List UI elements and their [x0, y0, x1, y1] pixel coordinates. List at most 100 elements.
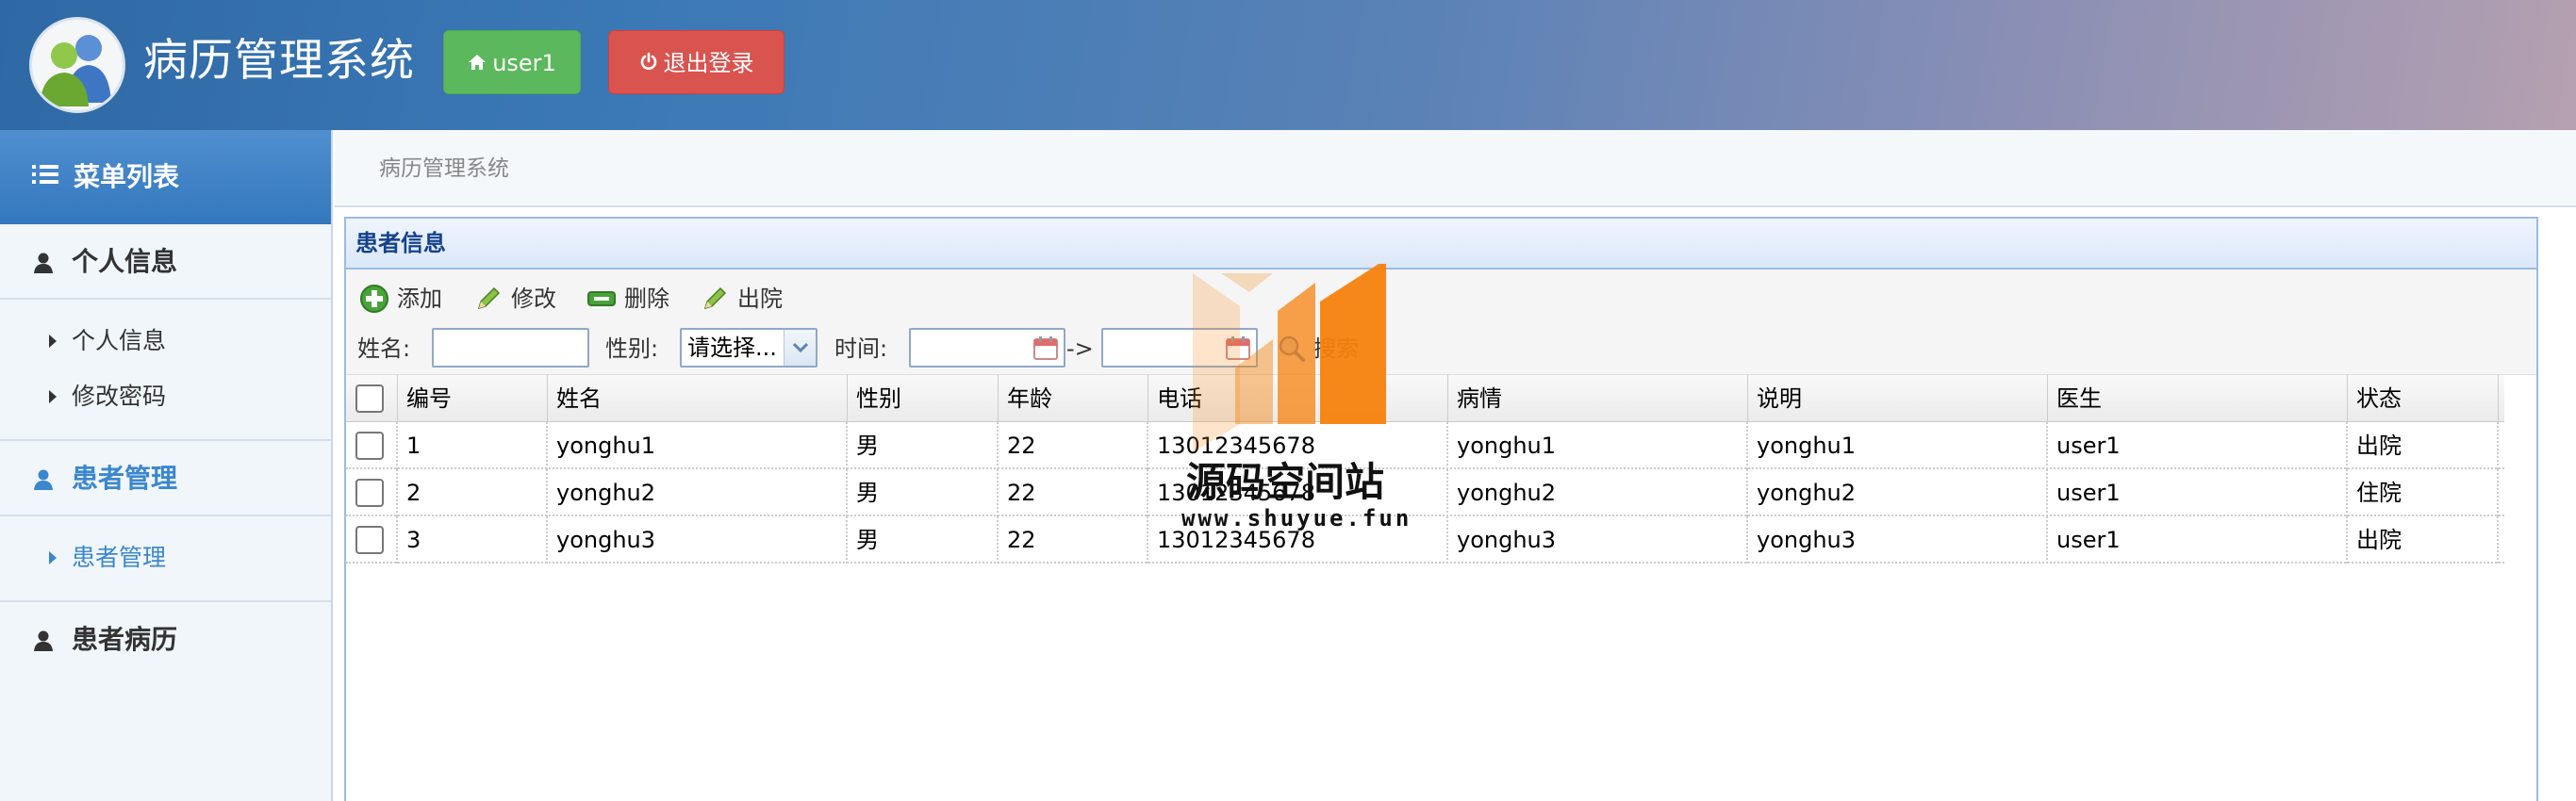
sidebar-item-personal-info[interactable]: 个人信息	[0, 313, 331, 368]
sidebar-subitems-patient: 患者管理	[0, 516, 331, 602]
breadcrumb[interactable]: 病历管理系统	[379, 130, 509, 207]
sidebar-group-label: 个人信息	[72, 246, 178, 277]
col-header[interactable]: 姓名	[548, 375, 848, 422]
col-header[interactable]: 性别	[848, 375, 999, 422]
row-select-cell	[346, 469, 398, 516]
user-icon	[34, 444, 55, 519]
caret-right-icon	[49, 551, 57, 564]
start-date-input[interactable]	[909, 328, 1065, 368]
row-select-cell	[346, 422, 398, 469]
delete-button[interactable]: 删除	[586, 281, 669, 317]
power-icon	[639, 31, 658, 95]
calendar-icon[interactable]	[1224, 334, 1252, 366]
discharge-button[interactable]: 出院	[700, 281, 783, 317]
pencil-icon	[703, 286, 727, 310]
sidebar-item-label: 个人信息	[72, 327, 167, 354]
edit-button[interactable]: 修改	[473, 281, 556, 317]
row-select-cell	[346, 516, 398, 564]
name-input[interactable]	[432, 328, 589, 368]
calendar-icon[interactable]	[1032, 334, 1060, 366]
cell-status: 出院	[2348, 422, 2499, 469]
cell-note: yonghu1	[1748, 422, 2048, 469]
table-row[interactable]: 2 yonghu2 男 22 13012345678 yonghu2 yongh…	[346, 469, 2504, 516]
cell-id: 1	[398, 422, 548, 469]
sidebar-subitems-personal: 个人信息 修改密码	[0, 300, 331, 441]
col-header[interactable]: 病情	[1448, 375, 1748, 422]
col-header[interactable]: 年龄	[999, 375, 1148, 422]
row-checkbox[interactable]	[355, 432, 384, 460]
cell-gender: 男	[848, 469, 999, 516]
user-button[interactable]: user1	[443, 30, 581, 94]
cell-condition: yonghu3	[1448, 516, 1748, 564]
panel-title: 患者信息	[346, 219, 2536, 270]
table-row[interactable]: 1 yonghu1 男 22 13012345678 yonghu1 yongh…	[346, 422, 2504, 469]
cell-status: 住院	[2348, 469, 2499, 516]
sidebar-group-patient-records[interactable]: 患者病历	[0, 602, 331, 678]
gender-select-value: 请选择...	[687, 335, 777, 361]
watermark-text: 源码空间站	[1186, 459, 1385, 505]
cell-gender: 男	[848, 516, 999, 564]
cell-name: yonghu2	[548, 469, 848, 516]
cell-doctor: user1	[2048, 516, 2348, 564]
row-checkbox[interactable]	[355, 479, 384, 507]
cell-doctor: user1	[2048, 469, 2348, 516]
cell-condition: yonghu1	[1448, 422, 1748, 469]
sidebar-item-label: 修改密码	[72, 383, 167, 410]
sidebar: 菜单列表 个人信息 个人信息 修改密码 患者管理 患者管理 患者病历	[0, 130, 333, 801]
cell-condition: yonghu2	[1448, 469, 1748, 516]
home-icon	[468, 31, 487, 95]
cell-age: 22	[999, 516, 1148, 564]
row-checkbox[interactable]	[355, 526, 384, 554]
cell-note: yonghu3	[1748, 516, 2048, 564]
range-separator: ->	[1066, 335, 1094, 362]
gender-label: 性别:	[605, 335, 659, 362]
logout-button[interactable]: 退出登录	[608, 30, 784, 94]
col-header[interactable]: 医生	[2048, 375, 2348, 422]
chevron-down-icon	[784, 330, 816, 366]
menu-title: 菜单列表	[74, 161, 180, 192]
cell-id: 2	[398, 469, 548, 516]
patient-panel: 患者信息 添加 修改 删除 出院 姓名: 性别: 请选择... 时间: -> 搜…	[344, 217, 2538, 801]
pencil-icon	[477, 286, 501, 310]
watermark-url: www.shuyue.fun	[1181, 505, 1412, 531]
top-header: 病历管理系统 user1 退出登录	[0, 0, 2576, 130]
app-title: 病历管理系统	[143, 35, 415, 87]
logout-button-label: 退出登录	[663, 50, 754, 76]
sidebar-item-label: 患者管理	[72, 544, 167, 571]
app-logo	[29, 17, 125, 113]
cell-age: 22	[999, 469, 1148, 516]
search-button[interactable]: 搜索	[1278, 329, 1359, 368]
cell-status: 出院	[2348, 516, 2499, 564]
sidebar-item-patient-management[interactable]: 患者管理	[0, 530, 331, 585]
cell-name: yonghu3	[548, 516, 848, 564]
col-header[interactable]: 电话	[1148, 375, 1448, 422]
cell-name: yonghu1	[548, 422, 848, 469]
add-button[interactable]: 添加	[359, 281, 442, 317]
col-header[interactable]: 状态	[2348, 375, 2499, 422]
cell-id: 3	[398, 516, 548, 564]
time-label: 时间:	[834, 335, 888, 362]
name-label: 姓名:	[357, 335, 411, 362]
add-icon	[360, 285, 388, 313]
cell-age: 22	[999, 422, 1148, 469]
sidebar-group-label: 患者病历	[72, 624, 178, 655]
caret-right-icon	[49, 335, 57, 348]
col-header[interactable]: 说明	[1748, 375, 2048, 422]
sidebar-group-patient-management[interactable]: 患者管理	[0, 441, 331, 516]
sidebar-item-change-password[interactable]: 修改密码	[0, 368, 331, 424]
end-date-input[interactable]	[1101, 328, 1258, 368]
patient-table: 编号 姓名 性别 年龄 电话 病情 说明 医生 状态 1 yonghu1 男 2…	[346, 375, 2504, 564]
select-all-checkbox[interactable]	[355, 384, 384, 413]
table-row[interactable]: 3 yonghu3 男 22 13012345678 yonghu3 yongh…	[346, 516, 2504, 564]
menu-header: 菜单列表	[0, 130, 331, 224]
breadcrumb-bar: 病历管理系统	[335, 130, 2576, 207]
user-button-label: user1	[492, 50, 556, 76]
sidebar-group-personal[interactable]: 个人信息	[0, 224, 331, 300]
list-icon	[32, 130, 60, 224]
gender-select[interactable]: 请选择...	[680, 328, 817, 368]
minus-icon	[587, 291, 616, 306]
cell-note: yonghu2	[1748, 469, 2048, 516]
col-header[interactable]: 编号	[398, 375, 548, 422]
cell-doctor: user1	[2048, 422, 2348, 469]
toolbar: 添加 修改 删除 出院 姓名: 性别: 请选择... 时间: -> 搜索	[346, 270, 2536, 375]
